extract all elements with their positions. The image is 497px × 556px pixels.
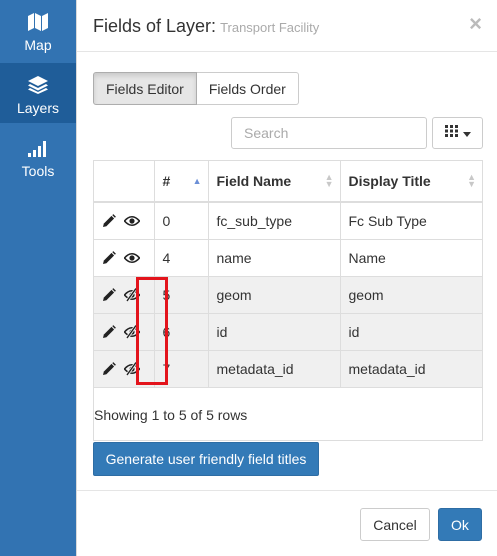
signal-bars-icon bbox=[28, 138, 48, 158]
layers-icon bbox=[28, 75, 48, 95]
row-actions bbox=[94, 313, 155, 351]
cancel-button[interactable]: Cancel bbox=[360, 508, 430, 541]
display-title[interactable]: Fc Sub Type bbox=[340, 202, 482, 240]
table-row: 7 metadata_id metadata_id bbox=[94, 350, 482, 388]
columns-toggle-button[interactable] bbox=[432, 117, 483, 149]
eye-slash-icon[interactable] bbox=[124, 361, 140, 376]
row-actions bbox=[94, 202, 155, 240]
pencil-icon[interactable] bbox=[102, 213, 116, 228]
fields-table: # ▲ Field Name ▲ ▼ Display Title ▲ ▼ 0 f… bbox=[93, 160, 483, 441]
sidebar: Map Layers Tools bbox=[0, 0, 76, 556]
grid-icon bbox=[444, 124, 458, 142]
sidebar-item-layers[interactable]: Layers bbox=[0, 63, 76, 123]
tab-group: Fields Editor Fields Order bbox=[93, 72, 299, 105]
eye-icon[interactable] bbox=[124, 215, 140, 227]
table-row: 4 name Name bbox=[94, 239, 482, 277]
field-name: name bbox=[208, 239, 341, 277]
sidebar-item-label: Tools bbox=[21, 163, 55, 179]
sidebar-item-label: Map bbox=[24, 37, 52, 53]
column-header-index[interactable]: # ▲ bbox=[154, 161, 209, 203]
column-header-actions bbox=[94, 161, 155, 203]
field-index: 7 bbox=[154, 350, 209, 388]
pencil-icon[interactable] bbox=[102, 361, 116, 376]
field-index: 6 bbox=[154, 313, 209, 351]
pencil-icon[interactable] bbox=[102, 287, 116, 302]
pencil-icon[interactable] bbox=[102, 324, 116, 339]
dialog-title-text: Fields of Layer: bbox=[93, 16, 217, 36]
display-title[interactable]: metadata_id bbox=[340, 350, 482, 388]
field-index: 0 bbox=[154, 202, 209, 240]
sort-icon: ▲ ▼ bbox=[467, 172, 476, 189]
map-icon bbox=[28, 12, 48, 32]
row-actions bbox=[94, 276, 155, 314]
field-index: 4 bbox=[154, 239, 209, 277]
column-header-label: # bbox=[162, 173, 171, 189]
pencil-icon[interactable] bbox=[102, 250, 116, 265]
sidebar-item-map[interactable]: Map bbox=[0, 0, 76, 60]
sidebar-item-label: Layers bbox=[16, 100, 60, 116]
sort-asc-icon: ▲ bbox=[192, 176, 202, 186]
field-name: metadata_id bbox=[208, 350, 341, 388]
fields-dialog: Fields of Layer: Transport Facility × Fie… bbox=[76, 0, 497, 556]
row-actions bbox=[94, 350, 155, 388]
display-title[interactable]: geom bbox=[340, 276, 482, 314]
eye-icon[interactable] bbox=[124, 252, 140, 264]
layer-name: Transport Facility bbox=[220, 20, 320, 35]
dialog-header: Fields of Layer: Transport Facility × bbox=[77, 0, 497, 52]
eye-slash-icon[interactable] bbox=[124, 287, 140, 302]
table-row: 0 fc_sub_type Fc Sub Type bbox=[94, 202, 482, 240]
column-header-display-title[interactable]: Display Title ▲ ▼ bbox=[340, 161, 482, 203]
sort-icon: ▲ ▼ bbox=[324, 172, 334, 189]
field-name: id bbox=[208, 313, 341, 351]
tab-fields-order[interactable]: Fields Order bbox=[196, 72, 299, 105]
field-index: 5 bbox=[154, 276, 209, 314]
search-input[interactable] bbox=[231, 117, 427, 149]
field-name: geom bbox=[208, 276, 341, 314]
eye-slash-icon[interactable] bbox=[124, 324, 140, 339]
column-header-field-name[interactable]: Field Name ▲ ▼ bbox=[208, 161, 341, 203]
close-icon[interactable]: × bbox=[469, 13, 482, 35]
display-title[interactable]: Name bbox=[340, 239, 482, 277]
table-row: 6 id id bbox=[94, 313, 482, 351]
table-row: 5 geom geom bbox=[94, 276, 482, 314]
column-header-label: Field Name bbox=[216, 173, 292, 189]
caret-down-icon bbox=[462, 124, 471, 142]
display-title[interactable]: id bbox=[340, 313, 482, 351]
sidebar-item-tools[interactable]: Tools bbox=[0, 126, 76, 186]
row-actions bbox=[94, 239, 155, 277]
column-header-label: Display Title bbox=[348, 173, 431, 189]
pagination-info: Showing 1 to 5 of 5 rows bbox=[94, 407, 248, 423]
generate-titles-button[interactable]: Generate user friendly field titles bbox=[93, 442, 319, 476]
dialog-footer: Cancel Ok bbox=[77, 490, 497, 556]
field-name: fc_sub_type bbox=[208, 202, 341, 240]
dialog-title: Fields of Layer: Transport Facility bbox=[93, 16, 319, 37]
tab-fields-editor[interactable]: Fields Editor bbox=[93, 72, 197, 105]
ok-button[interactable]: Ok bbox=[438, 508, 482, 541]
